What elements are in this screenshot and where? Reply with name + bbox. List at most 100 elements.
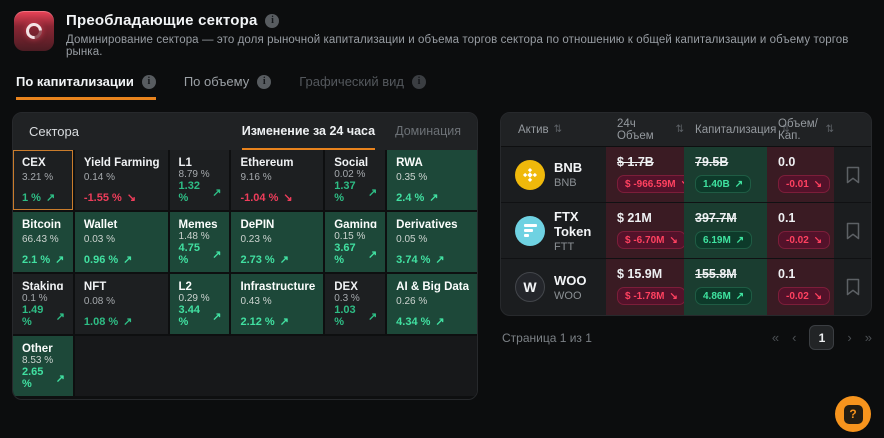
sector-dominance: 0.05 % — [396, 234, 469, 245]
sector-cell[interactable]: DePIN 0.23 % 2.73 % ↗ — [231, 212, 323, 272]
sector-cell[interactable]: Wallet 0.03 % 0.96 % ↗ — [75, 212, 168, 272]
view-tab-change-24h[interactable]: Изменение за 24 часа — [242, 113, 375, 150]
title-info-icon[interactable]: i — [265, 14, 279, 28]
change-arrow-icon: ↗ — [123, 315, 132, 328]
column-header-ratio[interactable]: Объем/Кап. ⇅ — [767, 118, 834, 142]
cell-value: 0.1 — [778, 267, 795, 281]
sector-cell[interactable]: Memes 1.48 % 4.75 % ↗ — [170, 212, 230, 272]
sector-cell[interactable]: CEX 3.21 % 1 % ↗ — [13, 150, 73, 210]
prev-page-button[interactable]: ‹ — [792, 330, 796, 345]
dominant-sectors-page: Преобладающие сектора i Доминирование се… — [0, 0, 884, 438]
sector-cell[interactable]: NFT 0.08 % 1.08 % ↗ — [75, 274, 168, 334]
sector-cell[interactable]: Yield Farming 0.14 % -1.55 % ↘ — [75, 150, 168, 210]
bookmark-icon[interactable] — [846, 222, 860, 240]
badge-arrow-icon: ↘ — [669, 235, 677, 246]
question-mark-icon: ? — [844, 405, 863, 424]
change-arrow-icon: ↗ — [55, 253, 64, 266]
asset-name: WOO — [554, 273, 587, 288]
asset-row[interactable]: BNB BNB $ 1.7B $ -966.59M ↘ 79.5B 1.40B … — [501, 147, 871, 203]
assets-column: Актив ⇅ 24ч Объем ⇅ Капитализация ⇅ Объе… — [500, 112, 872, 350]
asset-name: BNB — [554, 160, 582, 175]
sector-cell[interactable]: L2 0.29 % 3.44 % ↗ — [170, 274, 230, 334]
tab-by-capitalization[interactable]: По капитализации i — [16, 74, 156, 100]
tab-graphic-view[interactable]: Графический вид i — [299, 74, 426, 100]
cell-volume: $ 15.9M $ -1.78M ↘ — [606, 259, 684, 315]
tab-by-volume[interactable]: По объему i — [184, 74, 271, 100]
last-page-button[interactable]: » — [865, 330, 872, 345]
sector-cell[interactable]: Infrastructure 0.43 % 2.12 % ↗ — [231, 274, 323, 334]
sector-name: Derivatives — [396, 219, 469, 231]
sector-dominance: 66.43 % — [22, 234, 65, 245]
sector-cell[interactable]: Bitcoin 66.43 % 2.1 % ↗ — [13, 212, 73, 272]
sector-name: Staking — [22, 281, 65, 290]
bookmark-icon[interactable] — [846, 278, 860, 296]
cell-value: $ 1.7B — [617, 155, 654, 169]
sector-cell[interactable]: Ethereum 9.16 % -1.04 % ↘ — [231, 150, 323, 210]
sector-cell[interactable]: AI & Big Data 0.26 % 4.34 % ↗ — [387, 274, 477, 334]
badge-text: $ -1.78M — [625, 291, 664, 302]
bnb-coin-icon — [515, 160, 545, 190]
assets-table-header: Актив ⇅ 24ч Объем ⇅ Капитализация ⇅ Объе… — [501, 113, 871, 147]
asset-row[interactable]: W WOO WOO $ 15.9M $ -1.78M ↘ 155.8M 4.86… — [501, 259, 871, 315]
sector-cell[interactable]: Staking 0.1 % 1.49 % ↗ — [13, 274, 73, 334]
next-page-button[interactable]: › — [847, 330, 851, 345]
sector-change: 3.74 % — [396, 254, 430, 266]
sector-name: DePIN — [240, 219, 315, 231]
sector-name: Gaming — [334, 219, 377, 228]
tab-info-icon[interactable]: i — [257, 75, 271, 89]
bookmark-cell — [834, 259, 871, 315]
column-header-asset[interactable]: Актив ⇅ — [501, 124, 606, 136]
column-header-volume[interactable]: 24ч Объем ⇅ — [606, 118, 684, 142]
page-subtitle: Доминирование сектора — это доля рыночно… — [66, 34, 884, 58]
sector-dominance: 0.15 % — [334, 231, 377, 242]
sort-icon: ⇅ — [826, 124, 834, 135]
asset-row[interactable]: FTX Token FTT $ 21M $ -6.70M ↘ 397.7M 6.… — [501, 203, 871, 259]
sector-name: DEX — [334, 281, 377, 290]
sector-name: AI & Big Data — [396, 281, 469, 293]
sector-cell[interactable]: Other 8.53 % 2.65 % ↗ — [13, 336, 73, 396]
view-tab-dominance[interactable]: Доминация — [395, 113, 461, 150]
sector-change: 1.49 % — [22, 304, 51, 328]
badge-text: -0.01 — [786, 179, 809, 190]
sector-cell[interactable]: Derivatives 0.05 % 3.74 % ↗ — [387, 212, 477, 272]
cell-value: $ 15.9M — [617, 267, 662, 281]
tab-info-icon[interactable]: i — [412, 75, 426, 89]
change-arrow-icon: ↗ — [46, 191, 55, 204]
first-page-button[interactable]: « — [772, 330, 779, 345]
main-tabs: По капитализации i По объему i Графическ… — [16, 74, 884, 100]
sector-cell[interactable]: Social 0.02 % 1.37 % ↗ — [325, 150, 385, 210]
page-number-button[interactable]: 1 — [809, 325, 834, 350]
asset-ticker: WOO — [554, 290, 587, 302]
sector-dominance: 9.16 % — [240, 172, 315, 183]
sector-name: L1 — [179, 157, 222, 166]
sector-cell[interactable]: L1 8.79 % 1.32 % ↗ — [170, 150, 230, 210]
assets-panel: Актив ⇅ 24ч Объем ⇅ Капитализация ⇅ Объе… — [500, 112, 872, 316]
asset-ticker: BNB — [554, 177, 582, 189]
help-button[interactable]: ? — [835, 396, 871, 432]
heatmap-empty-area — [75, 336, 477, 396]
cell-ratio: 0.1 -0.02 ↘ — [767, 259, 834, 315]
cell-cap: 397.7M 6.19M ↗ — [684, 203, 767, 258]
woo-coin-icon: W — [515, 272, 545, 302]
change-arrow-icon: ↗ — [435, 315, 444, 328]
page-header: Преобладающие сектора i Доминирование се… — [0, 0, 884, 58]
sector-heatmap: CEX 3.21 % 1 % ↗ Yield Farming 0.14 % -1… — [13, 150, 477, 399]
sector-change: 1.03 % — [334, 304, 363, 328]
sector-cell[interactable]: Gaming 0.15 % 3.67 % ↗ — [325, 212, 385, 272]
bookmark-icon[interactable] — [846, 166, 860, 184]
sector-cell[interactable]: RWA 0.35 % 2.4 % ↗ — [387, 150, 477, 210]
sector-dominance: 0.3 % — [334, 293, 377, 304]
cell-value: 79.5B — [695, 155, 728, 169]
sector-change: 2.4 % — [396, 192, 424, 204]
tab-info-icon[interactable]: i — [142, 75, 156, 89]
sector-dominance: 8.53 % — [22, 355, 65, 366]
column-header-cap[interactable]: Капитализация ⇅ — [684, 124, 767, 136]
pagination: Страница 1 из 1 « ‹ 1 › » — [500, 325, 872, 350]
sectors-panel: Сектора Изменение за 24 часа Доминация C… — [12, 112, 478, 400]
badge-arrow-icon: ↘ — [669, 291, 677, 302]
change-badge: -0.02 ↘ — [778, 287, 830, 305]
sector-cell[interactable]: DEX 0.3 % 1.03 % ↗ — [325, 274, 385, 334]
cell-value: 155.8M — [695, 267, 737, 281]
sector-change: 2.1 % — [22, 254, 50, 266]
sector-name: Other — [22, 343, 65, 352]
